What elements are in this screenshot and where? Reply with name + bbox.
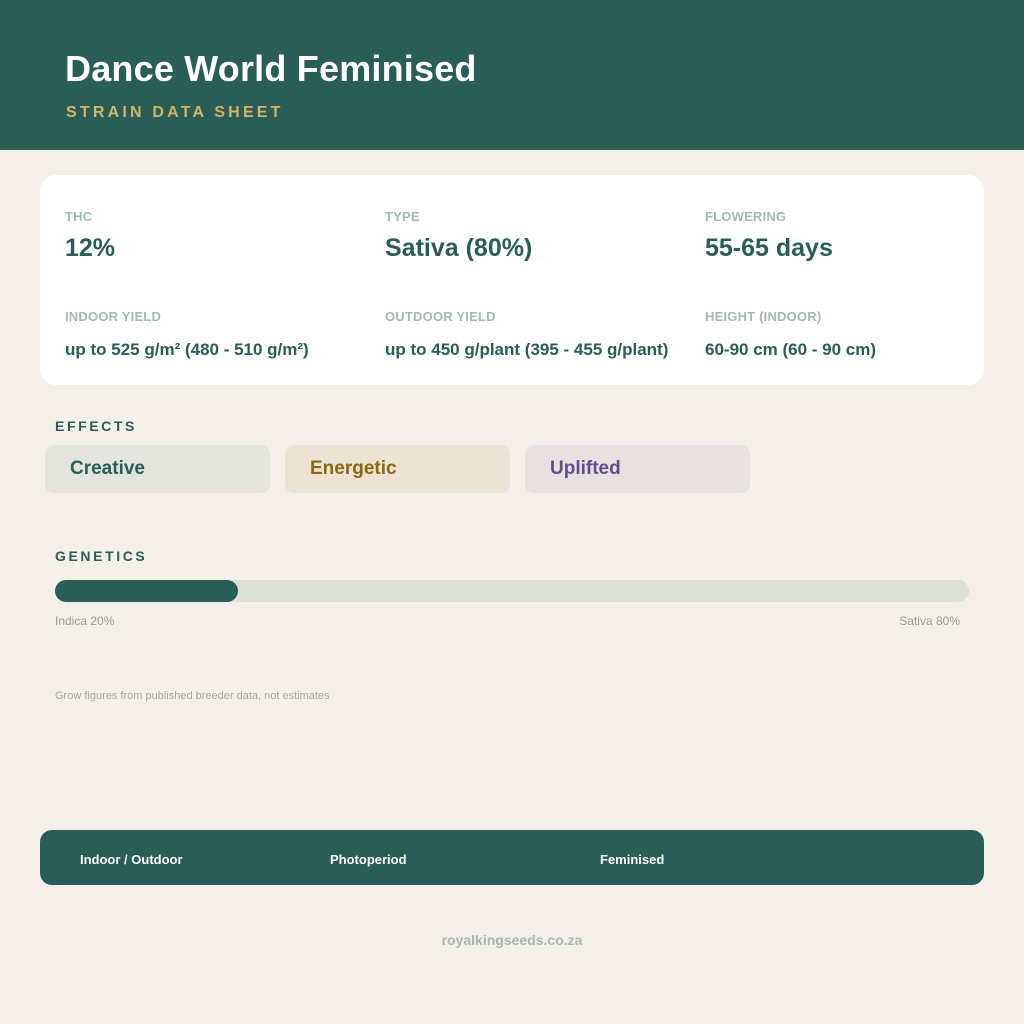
stat-thc-label: THC bbox=[65, 209, 93, 224]
genetics-bar bbox=[55, 580, 969, 602]
genetics-indica-label: Indica 20% bbox=[55, 614, 115, 628]
stat-flowering-label: FLOWERING bbox=[705, 209, 787, 224]
page-title: Dance World Feminised bbox=[65, 48, 477, 89]
tag-photoperiod: Photoperiod bbox=[330, 852, 407, 867]
effect-pill-energetic: Energetic bbox=[285, 445, 510, 493]
genetics-heading: GENETICS bbox=[55, 548, 148, 564]
effect-pill-uplifted: Uplifted bbox=[525, 445, 750, 493]
header: Dance World Feminised STRAIN DATA SHEET bbox=[0, 0, 1024, 150]
footer-tags-bar: Indoor / Outdoor Photoperiod Feminised bbox=[40, 830, 984, 885]
stat-type-label: TYPE bbox=[385, 209, 420, 224]
effects-heading: EFFECTS bbox=[55, 418, 137, 434]
data-source-note: Grow figures from published breeder data… bbox=[55, 690, 330, 702]
stat-flowering: FLOWERING 55-65 days bbox=[705, 209, 833, 263]
stat-outdoor-yield-value: up to 450 g/plant (395 - 455 g/plant) bbox=[385, 340, 669, 359]
stat-indoor-yield-label: INDOOR YIELD bbox=[65, 309, 162, 324]
stat-outdoor-yield: OUTDOOR YIELD up to 450 g/plant (395 - 4… bbox=[385, 309, 668, 360]
stat-indoor-yield: INDOOR YIELD up to 525 g/m² (480 - 510 g… bbox=[65, 309, 309, 360]
stat-height-value: 60-90 cm (60 - 90 cm) bbox=[705, 340, 877, 359]
effect-pill-creative: Creative bbox=[45, 445, 270, 493]
stat-indoor-yield-value: up to 525 g/m² (480 - 510 g/m²) bbox=[65, 340, 309, 359]
stat-height: HEIGHT (INDOOR) 60-90 cm (60 - 90 cm) bbox=[705, 309, 876, 360]
stat-type: TYPE Sativa (80%) bbox=[385, 209, 532, 263]
stat-type-value: Sativa (80%) bbox=[385, 234, 533, 262]
stats-card: THC 12% TYPE Sativa (80%) FLOWERING 55-6… bbox=[40, 175, 984, 385]
genetics-sativa-label: Sativa 80% bbox=[899, 614, 960, 628]
stat-height-label: HEIGHT (INDOOR) bbox=[705, 309, 822, 324]
page-subtitle: STRAIN DATA SHEET bbox=[66, 104, 284, 121]
website-link[interactable]: royalkingseeds.co.za bbox=[0, 932, 1024, 948]
genetics-bar-indica-fill bbox=[55, 580, 238, 602]
tag-feminised: Feminised bbox=[600, 852, 665, 867]
tag-indoor-outdoor: Indoor / Outdoor bbox=[80, 852, 183, 867]
stat-thc: THC 12% bbox=[65, 209, 115, 263]
stat-flowering-value: 55-65 days bbox=[705, 234, 833, 262]
stat-outdoor-yield-label: OUTDOOR YIELD bbox=[385, 309, 496, 324]
stat-thc-value: 12% bbox=[65, 234, 116, 262]
